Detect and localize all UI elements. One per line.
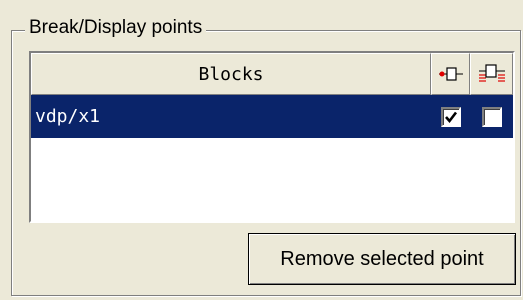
display-point-column-header[interactable] <box>470 53 513 95</box>
remove-selected-point-button[interactable]: Remove selected point <box>248 233 516 285</box>
display-point-icon <box>478 64 505 82</box>
breakpoint-cell <box>431 106 470 127</box>
breakpoint-column-header[interactable] <box>431 53 470 95</box>
checkmark-icon <box>444 111 457 123</box>
display-point-cell <box>470 106 513 127</box>
display-point-checkbox[interactable] <box>481 106 502 127</box>
breakpoint-icon <box>438 67 463 81</box>
blocks-column-header[interactable]: Blocks <box>31 53 431 95</box>
breakpoint-checkbox[interactable] <box>440 106 461 127</box>
table-header: Blocks <box>31 53 513 95</box>
block-name-cell[interactable]: vdp/x1 <box>31 106 431 127</box>
group-title: Break/Display points <box>25 16 207 40</box>
table-row[interactable]: vdp/x1 <box>31 95 513 138</box>
break-display-points-table[interactable]: Blocks vdp/x1 <box>29 51 515 223</box>
